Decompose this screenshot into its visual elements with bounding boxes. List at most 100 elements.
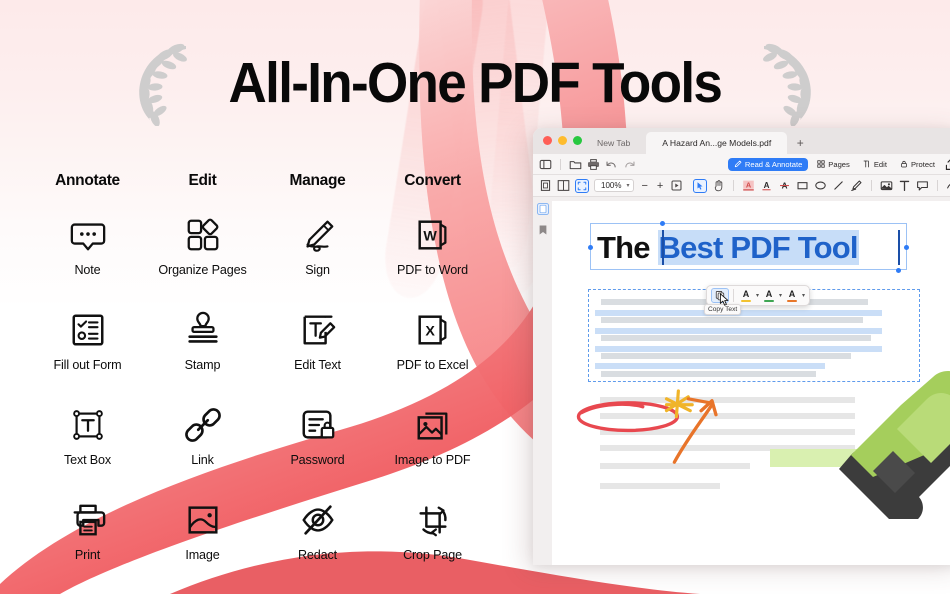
password-lock-icon (302, 410, 334, 439)
feature-label: Password (290, 453, 345, 467)
line-icon[interactable] (832, 179, 845, 192)
print-icon[interactable] (587, 158, 600, 171)
highlight-orange-button[interactable]: A (784, 289, 800, 303)
image-icon (187, 506, 218, 534)
close-button[interactable] (543, 136, 552, 145)
tab-bar: New Tab A Hazard An...ge Models.pdf + (581, 128, 813, 154)
feature-item-organize-pages[interactable]: Organize Pages (145, 216, 260, 277)
selection-caret-start (662, 230, 664, 265)
feature-item-redact[interactable]: Redact (260, 501, 375, 562)
undo-icon[interactable] (605, 158, 618, 171)
chevron-down-icon-orange[interactable]: ▾ (802, 292, 805, 299)
underline-text-icon[interactable]: A (760, 179, 773, 192)
mode-read-annotate[interactable]: Read & Annotate (727, 157, 809, 171)
hero-headline-row: All-In-One PDF Tools (0, 40, 950, 126)
tab-document[interactable]: A Hazard An...ge Models.pdf (646, 132, 788, 154)
single-page-icon[interactable] (539, 179, 552, 192)
mouse-cursor-icon (719, 293, 729, 306)
feature-item-sign[interactable]: Sign (260, 216, 375, 277)
text-line (600, 483, 720, 489)
zoom-level-dropdown[interactable]: 100% ▾ (594, 179, 635, 192)
chevron-down-icon-yellow[interactable]: ▾ (756, 292, 759, 299)
feature-label: Print (74, 548, 101, 562)
note-icon[interactable] (916, 179, 929, 192)
feature-label: PDF to Excel (396, 358, 469, 372)
new-tab-button[interactable]: + (787, 132, 813, 154)
secondary-toolbar: 100% ▾ − + A A (533, 175, 950, 197)
text-line-highlighted (595, 346, 882, 352)
tab-new-tab[interactable]: New Tab (581, 132, 646, 154)
feature-items-grid: Note Organize Pages Sign W PDF to Word F… (30, 216, 490, 562)
highlight-yellow-button[interactable]: A (738, 289, 754, 303)
feature-item-fill-out-form[interactable]: Fill out Form (30, 311, 145, 372)
feature-item-note[interactable]: Note (30, 216, 145, 277)
svg-text:W: W (423, 229, 437, 245)
mode-pages[interactable]: Pages (813, 158, 854, 171)
highlight-text-icon[interactable]: A (742, 179, 755, 192)
feature-item-print[interactable]: Print (30, 501, 145, 562)
heading-selected-text: Best PDF Tool (657, 230, 859, 265)
resize-handle-right[interactable] (904, 245, 909, 250)
link-chain-icon (184, 408, 221, 442)
redact-eye-icon (301, 505, 334, 535)
select-arrow-button[interactable] (693, 178, 708, 193)
redo-icon[interactable] (623, 158, 636, 171)
signature-icon[interactable] (946, 179, 950, 192)
highlight-green-control[interactable]: A ▾ (761, 289, 782, 303)
strikethrough-text-icon[interactable]: A (778, 179, 791, 192)
zoom-in-button[interactable]: + (655, 180, 665, 192)
highlight-orange-control[interactable]: A ▾ (784, 289, 805, 303)
text-icon[interactable] (898, 179, 911, 192)
feature-item-image-to-pdf[interactable]: Image to PDF (375, 406, 490, 467)
document-heading-selection[interactable]: The Best PDF Tool (588, 221, 909, 273)
feature-item-text-box[interactable]: Text Box (30, 406, 145, 467)
svg-text:A: A (746, 181, 752, 190)
text-line (601, 335, 871, 341)
feature-grid: Annotate Edit Manage Convert Note Organi… (30, 172, 490, 562)
rectangle-icon[interactable] (796, 179, 809, 192)
popup-letter-a: A (765, 288, 773, 299)
text-line-highlighted (595, 328, 882, 334)
resize-handle-bottom[interactable] (896, 268, 901, 273)
highlight-green-button[interactable]: A (761, 289, 777, 303)
fit-page-button[interactable] (575, 178, 589, 193)
minimize-button[interactable] (558, 136, 567, 145)
share-icon[interactable] (944, 158, 950, 171)
resize-handle-left[interactable] (588, 245, 593, 250)
feature-item-pdf-to-excel[interactable]: X PDF to Excel (375, 311, 490, 372)
feature-item-crop-page[interactable]: Crop Page (375, 501, 490, 562)
resize-handle-top[interactable] (660, 221, 665, 226)
feature-item-edit-text[interactable]: Edit Text (260, 311, 375, 372)
page-title: All-In-One PDF Tools (228, 51, 723, 115)
edit-t-icon (863, 160, 869, 168)
image-stamp-icon[interactable] (880, 179, 893, 192)
feature-label: Crop Page (403, 548, 462, 562)
hand-icon[interactable] (712, 179, 725, 192)
chevron-down-icon-green[interactable]: ▾ (779, 292, 782, 299)
mode-protect[interactable]: Protect (896, 158, 939, 171)
feature-item-stamp[interactable]: Stamp (145, 311, 260, 372)
pencil-draw-icon[interactable] (850, 179, 863, 192)
sidebar-toggle-icon[interactable] (539, 158, 552, 171)
feature-label: Note (74, 263, 101, 277)
presentation-icon[interactable] (670, 179, 683, 192)
feature-label: Fill out Form (53, 358, 122, 372)
ellipse-icon[interactable] (814, 179, 827, 192)
mode-edit[interactable]: Edit (859, 158, 891, 171)
highlight-yellow-control[interactable]: A ▾ (738, 289, 759, 303)
zoom-out-button[interactable]: − (639, 180, 649, 192)
pencil-icon (734, 160, 742, 168)
thumbnails-icon[interactable] (536, 203, 549, 215)
feature-item-pdf-to-word[interactable]: W PDF to Word (375, 216, 490, 277)
document-heading: The Best PDF Tool (597, 227, 859, 268)
folder-icon[interactable] (569, 158, 582, 171)
maximize-button[interactable] (573, 136, 582, 145)
two-page-icon[interactable] (557, 179, 570, 192)
document-area: The Best PDF Tool A ▾ A ▾ A ▾ Copy Text (533, 197, 950, 565)
yellow-color-bar (741, 299, 751, 302)
bookmark-icon[interactable] (537, 224, 549, 236)
feature-item-password[interactable]: Password (260, 406, 375, 467)
feature-item-image[interactable]: Image (145, 501, 260, 562)
pdf-page: The Best PDF Tool A ▾ A ▾ A ▾ Copy Text (552, 201, 950, 565)
feature-item-link[interactable]: Link (145, 406, 260, 467)
